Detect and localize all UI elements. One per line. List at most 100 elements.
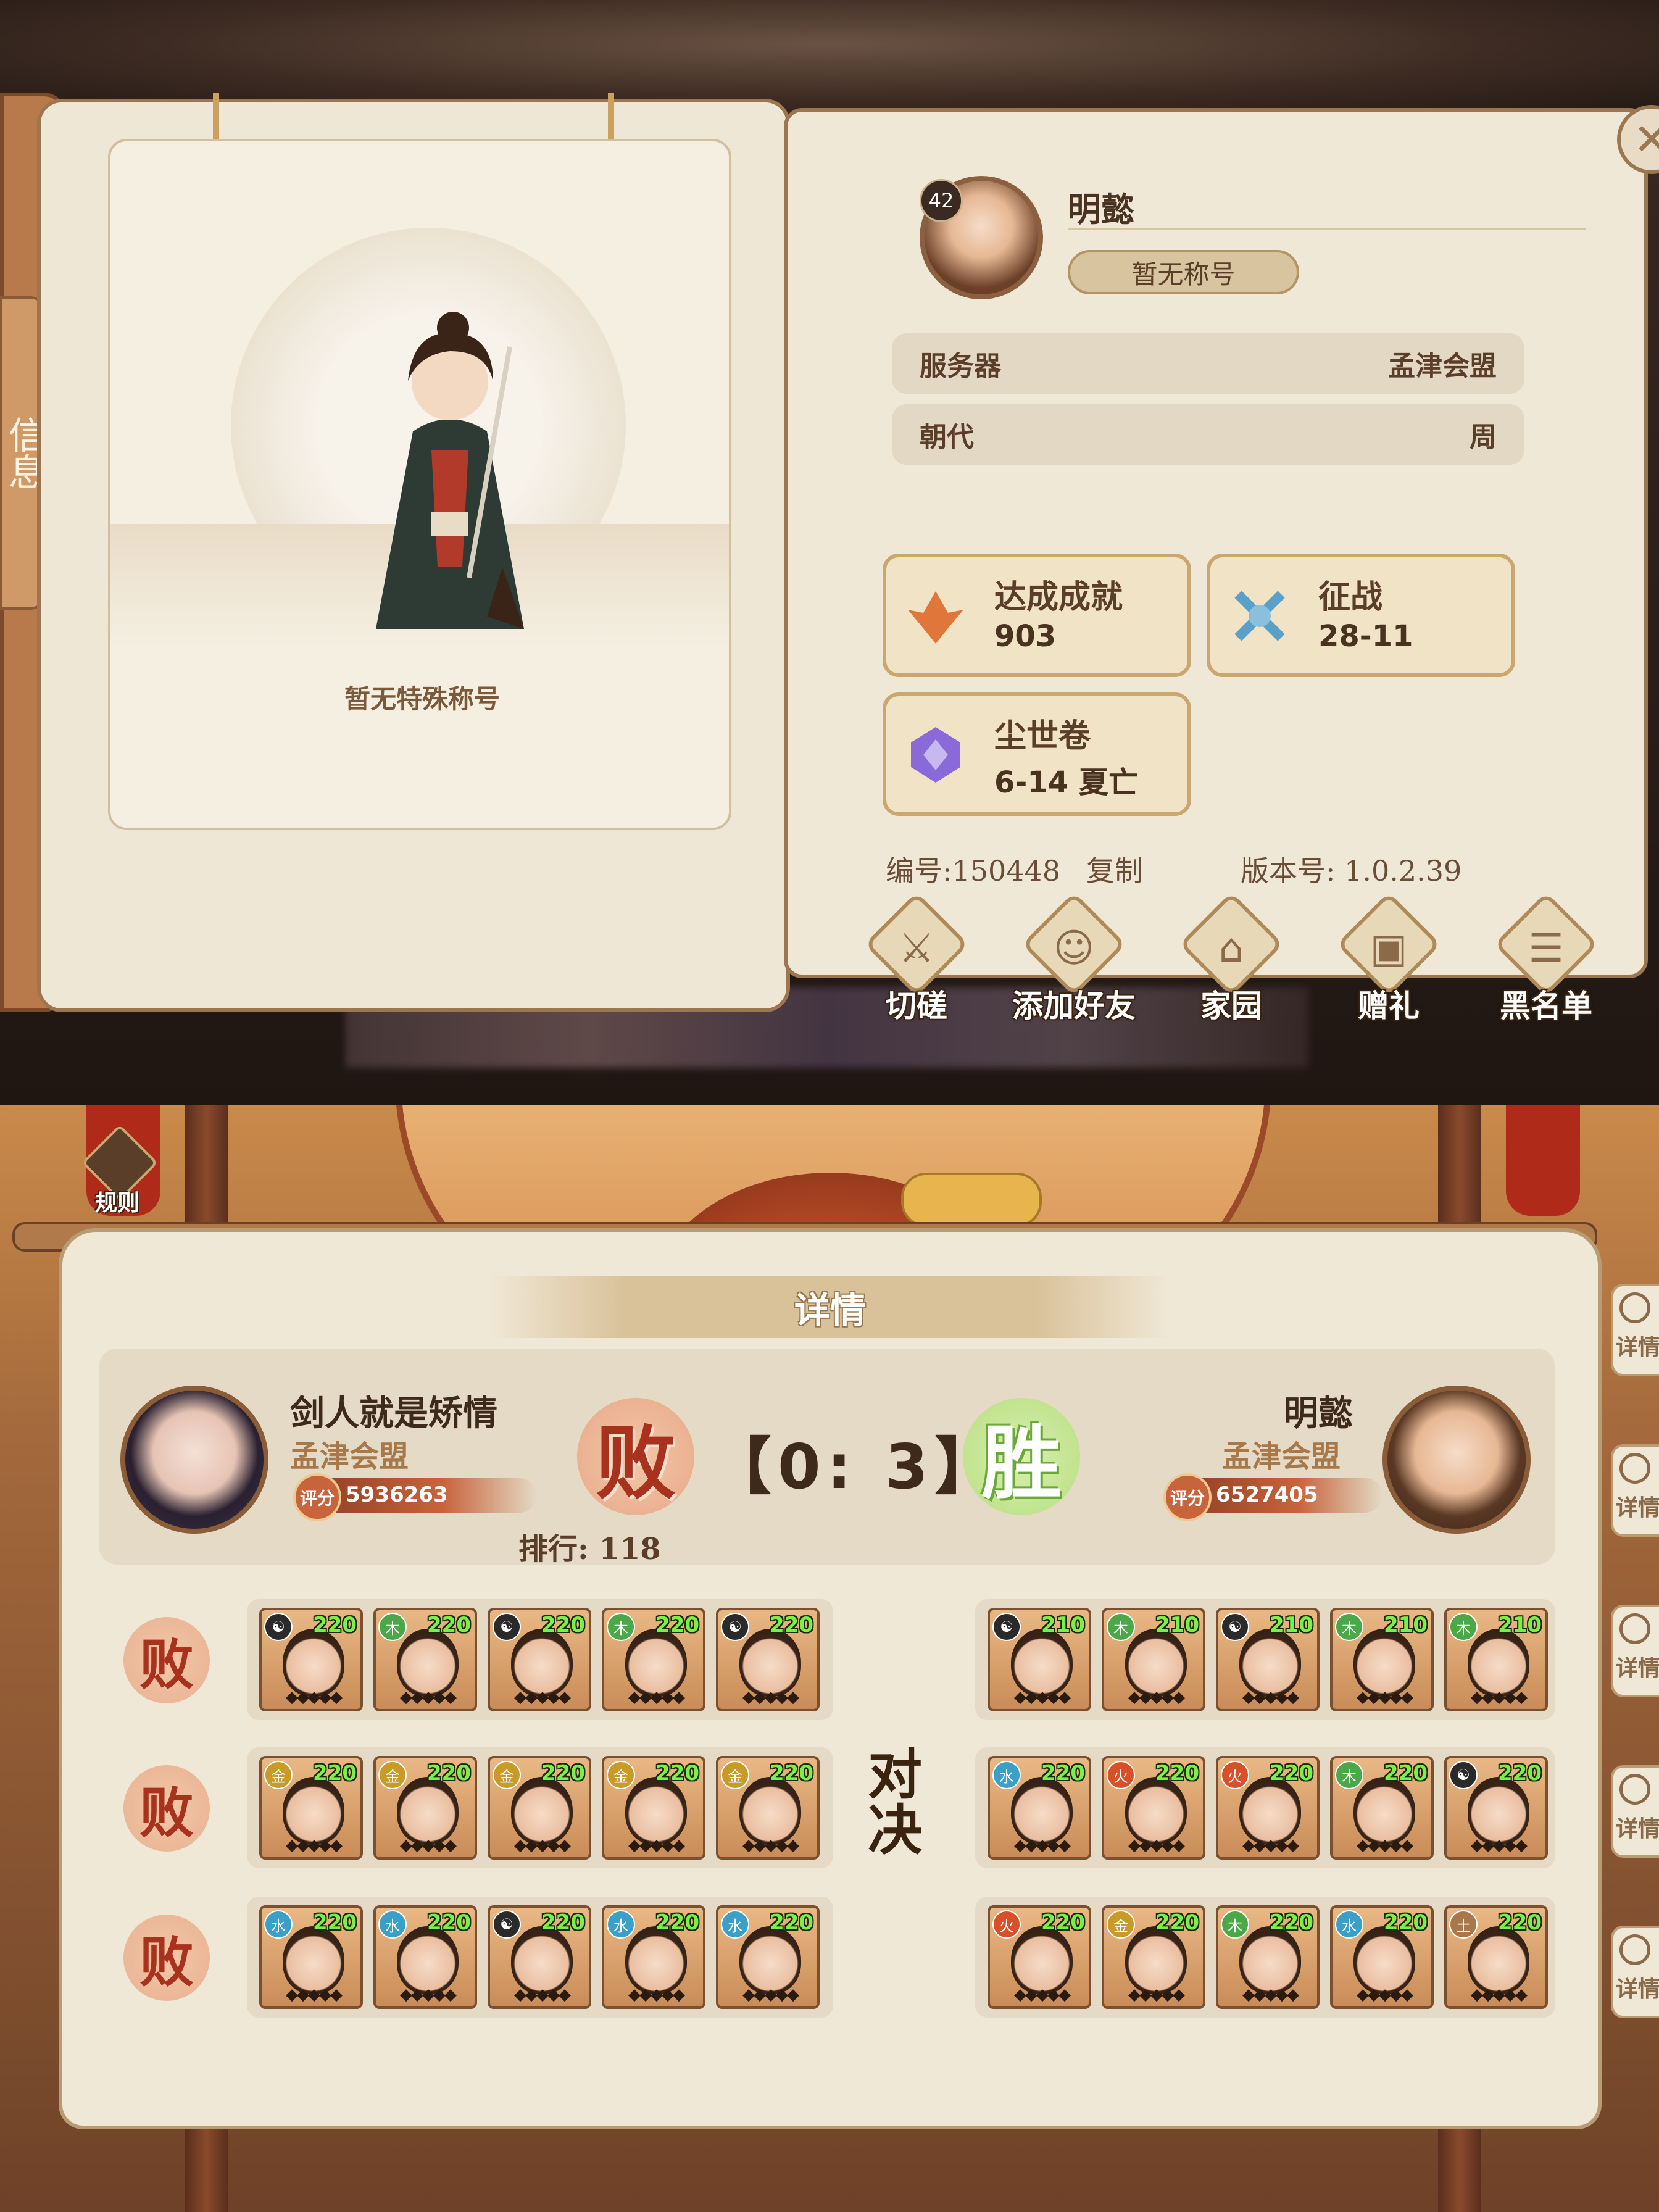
- title-pill[interactable]: 暂无称号: [1068, 250, 1299, 294]
- hero-card[interactable]: 木 220 ◆◆◆◆◆: [602, 1608, 705, 1711]
- star-rank-icon: ◆◆◆◆◆: [628, 1985, 685, 2004]
- element-icon: ☯: [493, 1910, 521, 1939]
- magnifier-icon: [1620, 1453, 1650, 1484]
- blurred-background: [0, 0, 1659, 111]
- title-pill-label: 暂无称号: [1131, 259, 1236, 289]
- gift-button[interactable]: ▣ 赠礼: [1327, 892, 1450, 1037]
- element-icon: ☯: [493, 1613, 521, 1641]
- side-tab-label: 详情: [1616, 1656, 1659, 1681]
- opponent-avatar[interactable]: [120, 1386, 268, 1534]
- home-button[interactable]: ⌂ 家园: [1170, 892, 1293, 1037]
- star-rank-icon: ◆◆◆◆◆: [400, 1836, 457, 1855]
- side-detail-tab[interactable]: 详情: [1611, 1605, 1659, 1697]
- star-rank-icon: ◆◆◆◆◆: [1471, 1836, 1528, 1855]
- hero-card[interactable]: 火 220 ◆◆◆◆◆: [1102, 1756, 1205, 1860]
- hero-card[interactable]: 金 220 ◆◆◆◆◆: [1102, 1905, 1205, 2009]
- hero-portrait: [1239, 1777, 1301, 1845]
- hero-card[interactable]: 土 220 ◆◆◆◆◆: [1444, 1905, 1548, 2009]
- element-icon: ☯: [1449, 1761, 1478, 1789]
- hero-portrait: [283, 1777, 344, 1845]
- hero-card[interactable]: ☯ 210 ◆◆◆◆◆: [1216, 1608, 1320, 1711]
- copy-id-link[interactable]: 复制: [1086, 849, 1143, 889]
- stat-card-achievement[interactable]: 达成成就 903: [883, 554, 1191, 677]
- version-number: 版本号: 1.0.2.39: [1241, 854, 1462, 888]
- hero-portrait: [1353, 1926, 1415, 1994]
- element-icon: 水: [1335, 1910, 1363, 1939]
- stat-card-campaign[interactable]: 征战 28-11: [1207, 554, 1515, 677]
- hero-level: 210: [1384, 1613, 1428, 1637]
- hero-card[interactable]: 水 220 ◆◆◆◆◆: [1330, 1905, 1434, 2009]
- hero-card[interactable]: 木 220 ◆◆◆◆◆: [373, 1608, 477, 1711]
- hero-portrait: [283, 1926, 344, 1994]
- hero-portrait: [1239, 1629, 1301, 1697]
- hero-portrait: [625, 1629, 687, 1697]
- element-icon: 水: [992, 1761, 1021, 1789]
- hero-level: 220: [1384, 1910, 1428, 1935]
- side-detail-tab[interactable]: 详情: [1611, 1765, 1659, 1858]
- hero-card[interactable]: 水 220 ◆◆◆◆◆: [602, 1905, 705, 2009]
- close-icon: ✕: [1633, 114, 1659, 165]
- detail-title-banner: 详情: [488, 1276, 1173, 1338]
- hero-level: 220: [655, 1910, 699, 1935]
- hero-level: 220: [427, 1910, 471, 1935]
- hero-level: 220: [1498, 1910, 1542, 1935]
- add-friend-button[interactable]: ☺ 添加好友: [1012, 892, 1136, 1037]
- star-rank-icon: ◆◆◆◆◆: [400, 1688, 457, 1707]
- server-label: 服务器: [920, 351, 1001, 382]
- hero-level: 220: [1041, 1910, 1085, 1935]
- side-detail-tab[interactable]: 详情: [1611, 1444, 1659, 1537]
- hero-card[interactable]: 金 220 ◆◆◆◆◆: [716, 1756, 820, 1860]
- side-detail-tab[interactable]: 详情: [1611, 1284, 1659, 1376]
- hero-card[interactable]: ☯ 220 ◆◆◆◆◆: [488, 1905, 591, 2009]
- element-icon: 木: [1335, 1613, 1363, 1641]
- hero-card[interactable]: ☯ 210 ◆◆◆◆◆: [988, 1608, 1091, 1711]
- element-icon: 木: [1449, 1613, 1478, 1641]
- star-rank-icon: ◆◆◆◆◆: [628, 1836, 685, 1855]
- element-icon: 金: [378, 1761, 407, 1789]
- rules-label: 规则: [94, 1191, 139, 1216]
- hero-card[interactable]: ☯ 220 ◆◆◆◆◆: [716, 1608, 820, 1711]
- hero-card[interactable]: 金 220 ◆◆◆◆◆: [373, 1756, 477, 1860]
- hero-portrait: [1125, 1926, 1187, 1994]
- hero-card[interactable]: 木 210 ◆◆◆◆◆: [1102, 1608, 1205, 1711]
- magnifier-icon: [1620, 1613, 1650, 1644]
- hero-card[interactable]: 木 210 ◆◆◆◆◆: [1444, 1608, 1548, 1711]
- side-detail-tab[interactable]: 详情: [1611, 1926, 1659, 2018]
- spar-button[interactable]: ⚔ 切磋: [855, 892, 978, 1037]
- crest-icon: [911, 727, 960, 783]
- element-icon: ☯: [264, 1613, 293, 1641]
- side-tab-label: 详情: [1616, 1816, 1659, 1842]
- hero-level: 220: [1155, 1761, 1199, 1786]
- hero-card[interactable]: 火 220 ◆◆◆◆◆: [1216, 1756, 1320, 1860]
- star-rank-icon: ◆◆◆◆◆: [1128, 1985, 1185, 2004]
- hero-card[interactable]: 木 220 ◆◆◆◆◆: [1330, 1756, 1434, 1860]
- stat-card-world-scroll[interactable]: 尘世卷 6-14 夏亡: [883, 692, 1191, 816]
- hero-card[interactable]: ☯ 220 ◆◆◆◆◆: [1444, 1756, 1548, 1860]
- phoenix-icon: [908, 591, 963, 644]
- hero-card[interactable]: 水 220 ◆◆◆◆◆: [373, 1905, 477, 2009]
- hero-card[interactable]: 火 220 ◆◆◆◆◆: [988, 1905, 1091, 2009]
- hero-card[interactable]: 金 220 ◆◆◆◆◆: [259, 1756, 363, 1860]
- blacklist-button[interactable]: ☰ 黑名单: [1484, 892, 1608, 1037]
- battle-detail-screen: 规则 详情 详情 详情 详情 详情 详情 剑人就是矫情 孟津会盟 评分 5936…: [0, 1105, 1659, 2212]
- opponent-score: 5936263: [346, 1482, 448, 1507]
- hero-portrait: [739, 1629, 801, 1697]
- element-icon: 水: [264, 1910, 293, 1939]
- hero-card[interactable]: 水 220 ◆◆◆◆◆: [716, 1905, 820, 2009]
- stat-value: 6-14 夏亡: [994, 765, 1138, 800]
- hero-card[interactable]: 木 220 ◆◆◆◆◆: [1216, 1905, 1320, 2009]
- element-icon: 水: [378, 1910, 407, 1939]
- hero-card[interactable]: ☯ 220 ◆◆◆◆◆: [259, 1608, 363, 1711]
- hero-card[interactable]: ☯ 220 ◆◆◆◆◆: [488, 1608, 591, 1711]
- rank-text: 排行: 118: [518, 1532, 661, 1566]
- hero-card[interactable]: 水 220 ◆◆◆◆◆: [988, 1756, 1091, 1860]
- hero-portrait: [511, 1777, 573, 1845]
- player-avatar[interactable]: [1382, 1386, 1531, 1534]
- element-icon: 木: [607, 1613, 635, 1641]
- hero-card[interactable]: 金 220 ◆◆◆◆◆: [488, 1756, 591, 1860]
- hero-card[interactable]: 水 220 ◆◆◆◆◆: [259, 1905, 363, 2009]
- rules-button[interactable]: 规则: [80, 1124, 159, 1222]
- star-rank-icon: ◆◆◆◆◆: [514, 1985, 571, 2004]
- hero-card[interactable]: 木 210 ◆◆◆◆◆: [1330, 1608, 1434, 1711]
- hero-card[interactable]: 金 220 ◆◆◆◆◆: [602, 1756, 705, 1860]
